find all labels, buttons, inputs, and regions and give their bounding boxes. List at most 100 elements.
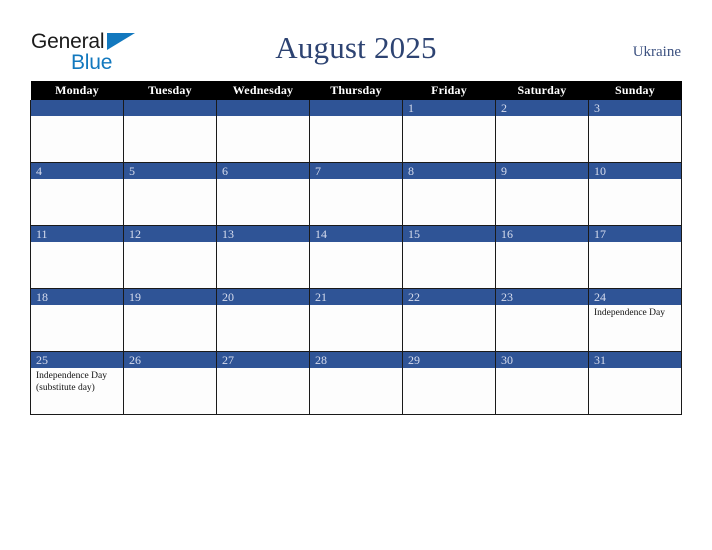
day-cell-body — [31, 179, 123, 225]
day-number: 31 — [589, 352, 681, 368]
day-cell-body — [310, 368, 402, 414]
day-cell-body — [124, 116, 216, 162]
day-cell-body — [310, 116, 402, 162]
day-cell[interactable]: 9 — [495, 162, 589, 226]
day-cell[interactable]: 30 — [495, 351, 589, 415]
day-cell-body — [589, 242, 681, 288]
day-cell[interactable]: 6 — [216, 162, 310, 226]
day-cell-body — [217, 242, 309, 288]
weekday-header-wednesday: Wednesday — [216, 81, 310, 100]
day-number: 23 — [496, 289, 588, 305]
day-number: 11 — [31, 226, 123, 242]
day-cell-empty — [123, 100, 217, 163]
day-cell[interactable]: 20 — [216, 288, 310, 352]
day-cell-body: Independence Day — [589, 305, 681, 351]
day-cell[interactable]: 17 — [588, 225, 682, 289]
page-title: August 2025 — [275, 30, 437, 65]
day-cell-body — [31, 305, 123, 351]
day-number: 1 — [403, 100, 495, 116]
day-cell[interactable]: 12 — [123, 225, 217, 289]
day-cell[interactable]: 31 — [588, 351, 682, 415]
day-cell-body — [403, 179, 495, 225]
day-cell-body — [217, 116, 309, 162]
day-cell[interactable]: 13 — [216, 225, 310, 289]
day-cell-body — [496, 242, 588, 288]
day-cell[interactable]: 26 — [123, 351, 217, 415]
day-number: 2 — [496, 100, 588, 116]
weekday-header-sunday: Sunday — [588, 81, 682, 100]
week-rows: 1 2 3 4 5 6 7 8 9 10 11 12 13 14 15 16 17 18 19 20 21 22 23 24 I… — [30, 100, 682, 415]
week-row: 4 5 6 7 8 9 10 — [30, 162, 682, 226]
day-cell-body — [124, 305, 216, 351]
day-cell[interactable]: 28 — [309, 351, 403, 415]
day-cell-body — [496, 305, 588, 351]
weekday-header-row: Monday Tuesday Wednesday Thursday Friday… — [30, 81, 682, 100]
calendar-page: General Blue August 2025 Ukraine Monday … — [0, 0, 712, 550]
day-number: 25 — [31, 352, 123, 368]
day-number — [217, 100, 309, 116]
day-cell[interactable]: 3 — [588, 100, 682, 163]
day-number: 3 — [589, 100, 681, 116]
day-number: 28 — [310, 352, 402, 368]
day-cell-body — [217, 305, 309, 351]
day-cell-empty — [216, 100, 310, 163]
day-cell-empty — [30, 100, 124, 163]
day-number: 21 — [310, 289, 402, 305]
day-cell[interactable]: 4 — [30, 162, 124, 226]
day-cell[interactable]: 5 — [123, 162, 217, 226]
day-cell[interactable]: 10 — [588, 162, 682, 226]
day-cell[interactable]: 1 — [402, 100, 496, 163]
day-cell[interactable]: 18 — [30, 288, 124, 352]
day-cell-body: Independence Day (substitute day) — [31, 368, 123, 414]
day-cell-body — [589, 116, 681, 162]
weekday-header-friday: Friday — [402, 81, 496, 100]
day-number — [31, 100, 123, 116]
day-number: 15 — [403, 226, 495, 242]
day-number: 24 — [589, 289, 681, 305]
day-cell-body — [496, 368, 588, 414]
day-cell[interactable]: 11 — [30, 225, 124, 289]
day-number: 20 — [217, 289, 309, 305]
weekday-header-tuesday: Tuesday — [123, 81, 217, 100]
week-row: 11 12 13 14 15 16 17 — [30, 225, 682, 289]
day-cell[interactable]: 25 Independence Day (substitute day) — [30, 351, 124, 415]
day-cell-body — [403, 305, 495, 351]
day-number: 30 — [496, 352, 588, 368]
day-number: 17 — [589, 226, 681, 242]
day-cell-empty — [309, 100, 403, 163]
day-cell[interactable]: 23 — [495, 288, 589, 352]
day-cell[interactable]: 27 — [216, 351, 310, 415]
day-cell[interactable]: 8 — [402, 162, 496, 226]
day-cell-body — [403, 242, 495, 288]
day-cell[interactable]: 15 — [402, 225, 496, 289]
day-cell-body — [310, 179, 402, 225]
day-cell[interactable]: 29 — [402, 351, 496, 415]
day-cell[interactable]: 14 — [309, 225, 403, 289]
day-cell[interactable]: 19 — [123, 288, 217, 352]
country-label: Ukraine — [632, 44, 681, 60]
day-number: 19 — [124, 289, 216, 305]
day-cell-body — [217, 179, 309, 225]
day-number: 13 — [217, 226, 309, 242]
day-cell[interactable]: 2 — [495, 100, 589, 163]
day-cell[interactable]: 24 Independence Day — [588, 288, 682, 352]
day-cell[interactable]: 21 — [309, 288, 403, 352]
day-cell[interactable]: 22 — [402, 288, 496, 352]
holiday-label: Independence Day — [594, 308, 665, 318]
day-cell-body — [124, 179, 216, 225]
day-cell-body — [124, 368, 216, 414]
day-cell-body — [403, 116, 495, 162]
day-cell-body — [217, 368, 309, 414]
day-number: 6 — [217, 163, 309, 179]
day-number: 9 — [496, 163, 588, 179]
day-cell-body — [496, 116, 588, 162]
month-grid: Monday Tuesday Wednesday Thursday Friday… — [30, 81, 682, 415]
day-cell[interactable]: 7 — [309, 162, 403, 226]
week-row: 18 19 20 21 22 23 24 Independence Day — [30, 288, 682, 352]
day-cell[interactable]: 16 — [495, 225, 589, 289]
weekday-header-saturday: Saturday — [495, 81, 589, 100]
day-number: 8 — [403, 163, 495, 179]
day-number — [124, 100, 216, 116]
day-cell-body — [310, 305, 402, 351]
day-number: 5 — [124, 163, 216, 179]
